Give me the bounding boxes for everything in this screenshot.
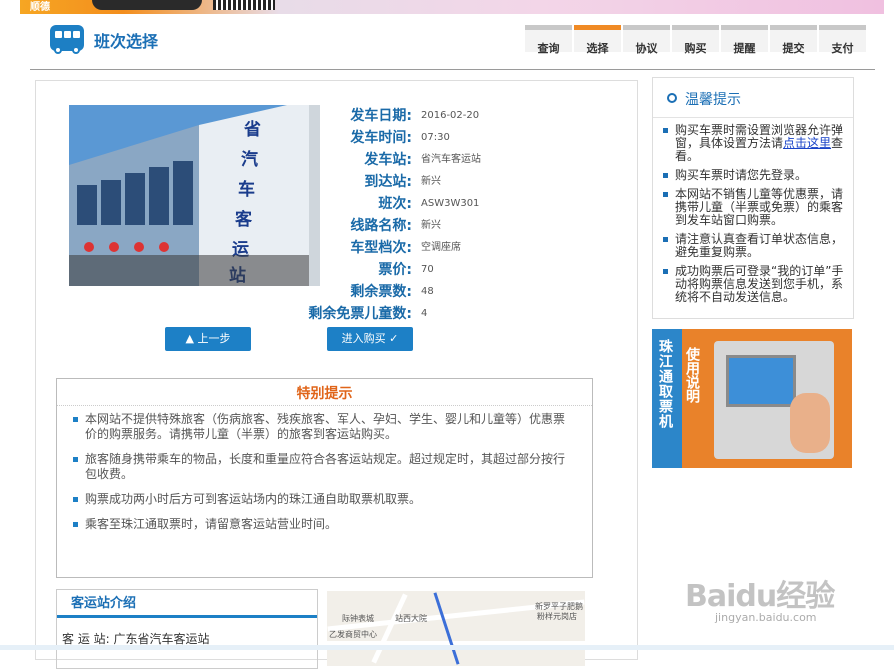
info-value: 空调座席 bbox=[421, 242, 461, 253]
svg-text:省: 省 bbox=[243, 119, 261, 140]
watermark-url: jingyan.baidu.com bbox=[715, 611, 817, 624]
notice-item: 乘客至珠江通取票时，请留意客运站营业时间。 bbox=[71, 517, 574, 532]
info-row-tickets-left: 剩余票数: 48 bbox=[276, 281, 481, 303]
tips-header: 温馨提示 bbox=[653, 78, 853, 118]
tips-list: 购买车票时需设置浏览器允许弹窗，具体设置方法请点击这里查看。 购买车票时请您先登… bbox=[653, 118, 853, 304]
map-label: 站西大院 bbox=[395, 614, 427, 623]
info-row-free-child-left: 剩余免票儿童数: 4 bbox=[276, 303, 481, 325]
info-row-arrival-station: 到达站: 新兴 bbox=[276, 171, 481, 193]
enter-purchase-button[interactable]: 进入购买 ✓ bbox=[327, 327, 413, 351]
page-header: 班次选择 查询 选择 协议 购买 提醒 提交 支付 bbox=[30, 22, 875, 70]
ad-title-machine: 珠江通取票机 bbox=[657, 339, 673, 429]
info-row-time: 发车时间: 07:30 bbox=[276, 127, 481, 149]
tip-item: 购买车票时需设置浏览器允许弹窗，具体设置方法请点击这里查看。 bbox=[661, 124, 845, 163]
info-row-vehicle-class: 车型档次: 空调座席 bbox=[276, 237, 481, 259]
info-value: 省汽车客运站 bbox=[421, 154, 481, 165]
info-label: 剩余免票儿童数: bbox=[308, 306, 412, 322]
tips-title: 温馨提示 bbox=[685, 92, 741, 108]
info-label: 发车日期: bbox=[350, 108, 412, 124]
info-value: 新兴 bbox=[421, 176, 441, 187]
trip-info-table: 发车日期: 2016-02-20 发车时间: 07:30 发车站: 省汽车客运站… bbox=[276, 105, 481, 325]
notice-list: 本网站不提供特殊旅客（伤病旅客、残疾旅客、军人、孕妇、学生、婴儿和儿童等）优惠票… bbox=[57, 406, 592, 532]
step-purchase: 购买 bbox=[672, 25, 719, 55]
step-progress: 查询 选择 协议 购买 提醒 提交 支付 bbox=[525, 25, 868, 55]
info-value: 70 bbox=[421, 264, 434, 275]
tip-item: 成功购票后可登录“我的订单”手动将购票信息发送到您手机，系统将不自动发送信息。 bbox=[661, 265, 845, 304]
page-title: 班次选择 bbox=[94, 32, 159, 51]
ad-title-instructions: 使用说明 bbox=[684, 347, 700, 403]
tip-item: 请注意认真查看订单状态信息，避免重复购票。 bbox=[661, 233, 845, 259]
svg-text:车: 车 bbox=[238, 179, 255, 200]
notice-title: 特别提示 bbox=[57, 379, 592, 406]
info-value: 07:30 bbox=[421, 132, 450, 143]
step-query: 查询 bbox=[525, 25, 572, 55]
notice-item: 本网站不提供特殊旅客（伤病旅客、残疾旅客、军人、孕妇、学生、婴儿和儿童等）优惠票… bbox=[71, 412, 574, 442]
special-notice-box: 特别提示 本网站不提供特殊旅客（伤病旅客、残疾旅客、军人、孕妇、学生、婴儿和儿童… bbox=[56, 378, 593, 578]
svg-text:客: 客 bbox=[234, 209, 253, 230]
info-label: 班次: bbox=[378, 196, 412, 212]
info-row-route: 线路名称: 新兴 bbox=[276, 215, 481, 237]
station-intro-box: 客运站介绍 客 运 站: 广东省汽车客运站 bbox=[56, 589, 318, 669]
tip-item: 购买车票时请您先登录。 bbox=[661, 169, 845, 182]
map-label: 乙发商贸中心 bbox=[329, 630, 377, 639]
info-row-date: 发车日期: 2016-02-20 bbox=[276, 105, 481, 127]
station-intro-line: 客 运 站: 广东省汽车客运站 bbox=[62, 632, 210, 646]
info-row-trip-number: 班次: ASW3W301 bbox=[276, 193, 481, 215]
banner-qr-code bbox=[213, 0, 275, 10]
step-pay: 支付 bbox=[819, 25, 866, 55]
tip-item: 本网站不销售儿童等优惠票，请携带儿童（半票或免票）的乘客到发车站窗口购票。 bbox=[661, 188, 845, 227]
info-row-price: 票价: 70 bbox=[276, 259, 481, 281]
info-label: 到达站: bbox=[364, 174, 412, 190]
map-label: 际钟表城 bbox=[342, 614, 374, 623]
info-label: 剩余票数: bbox=[350, 284, 412, 300]
bottom-edge bbox=[0, 645, 894, 650]
info-circle-icon bbox=[667, 93, 677, 103]
watermark-logo: Baidu经验 bbox=[685, 579, 835, 614]
step-reminder: 提醒 bbox=[721, 25, 768, 55]
ticket-machine-ad[interactable]: 珠江通取票机 使用说明 bbox=[652, 329, 852, 468]
ticket-machine-image bbox=[714, 341, 834, 459]
banner-car-image bbox=[92, 0, 202, 10]
info-label: 车型档次: bbox=[350, 240, 412, 256]
banner-brand: 顺德 bbox=[30, 2, 50, 13]
info-value: 4 bbox=[421, 308, 428, 319]
info-value: ASW3W301 bbox=[421, 198, 480, 209]
machine-screen bbox=[726, 355, 796, 407]
notice-item: 购票成功两小时后方可到客运站场内的珠江通自助取票机取票。 bbox=[71, 492, 574, 507]
info-label: 发车时间: bbox=[350, 130, 412, 146]
station-map[interactable]: 站西大院 际钟表城 乙发商贸中心 新罗平子肥鹅 粉样元岗店 bbox=[327, 591, 585, 666]
info-label: 票价: bbox=[378, 262, 412, 278]
click-here-link[interactable]: 点击这里 bbox=[783, 136, 831, 150]
svg-text:汽: 汽 bbox=[241, 149, 258, 170]
hand-image bbox=[790, 393, 830, 453]
baidu-watermark: Baidu经验 jingyan.baidu.com bbox=[685, 555, 845, 625]
top-banner: 顺德 bbox=[20, 0, 884, 14]
bus-icon bbox=[50, 25, 84, 54]
step-agreement: 协议 bbox=[623, 25, 670, 55]
trip-detail-panel: 省 汽 车 客 运 站 发车日期: 2016-02-20 发车时间: 07:30… bbox=[35, 80, 638, 669]
info-label: 线路名称: bbox=[350, 218, 412, 234]
warm-tips-panel: 温馨提示 购买车票时需设置浏览器允许弹窗，具体设置方法请点击这里查看。 购买车票… bbox=[652, 77, 854, 319]
step-submit: 提交 bbox=[770, 25, 817, 55]
previous-step-button[interactable]: ▲ 上一步 bbox=[165, 327, 251, 351]
info-value: 新兴 bbox=[421, 220, 441, 231]
station-intro-title: 客运站介绍 bbox=[57, 590, 317, 618]
info-row-departure-station: 发车站: 省汽车客运站 bbox=[276, 149, 481, 171]
map-label: 粉样元岗店 bbox=[537, 612, 577, 621]
info-value: 48 bbox=[421, 286, 434, 297]
notice-item: 旅客随身携带乘车的物品，长度和重量应符合各客运站规定。超过规定时，其超过部分按行… bbox=[71, 452, 574, 482]
info-value: 2016-02-20 bbox=[421, 110, 480, 121]
info-label: 发车站: bbox=[364, 152, 412, 168]
step-select: 选择 bbox=[574, 25, 621, 55]
